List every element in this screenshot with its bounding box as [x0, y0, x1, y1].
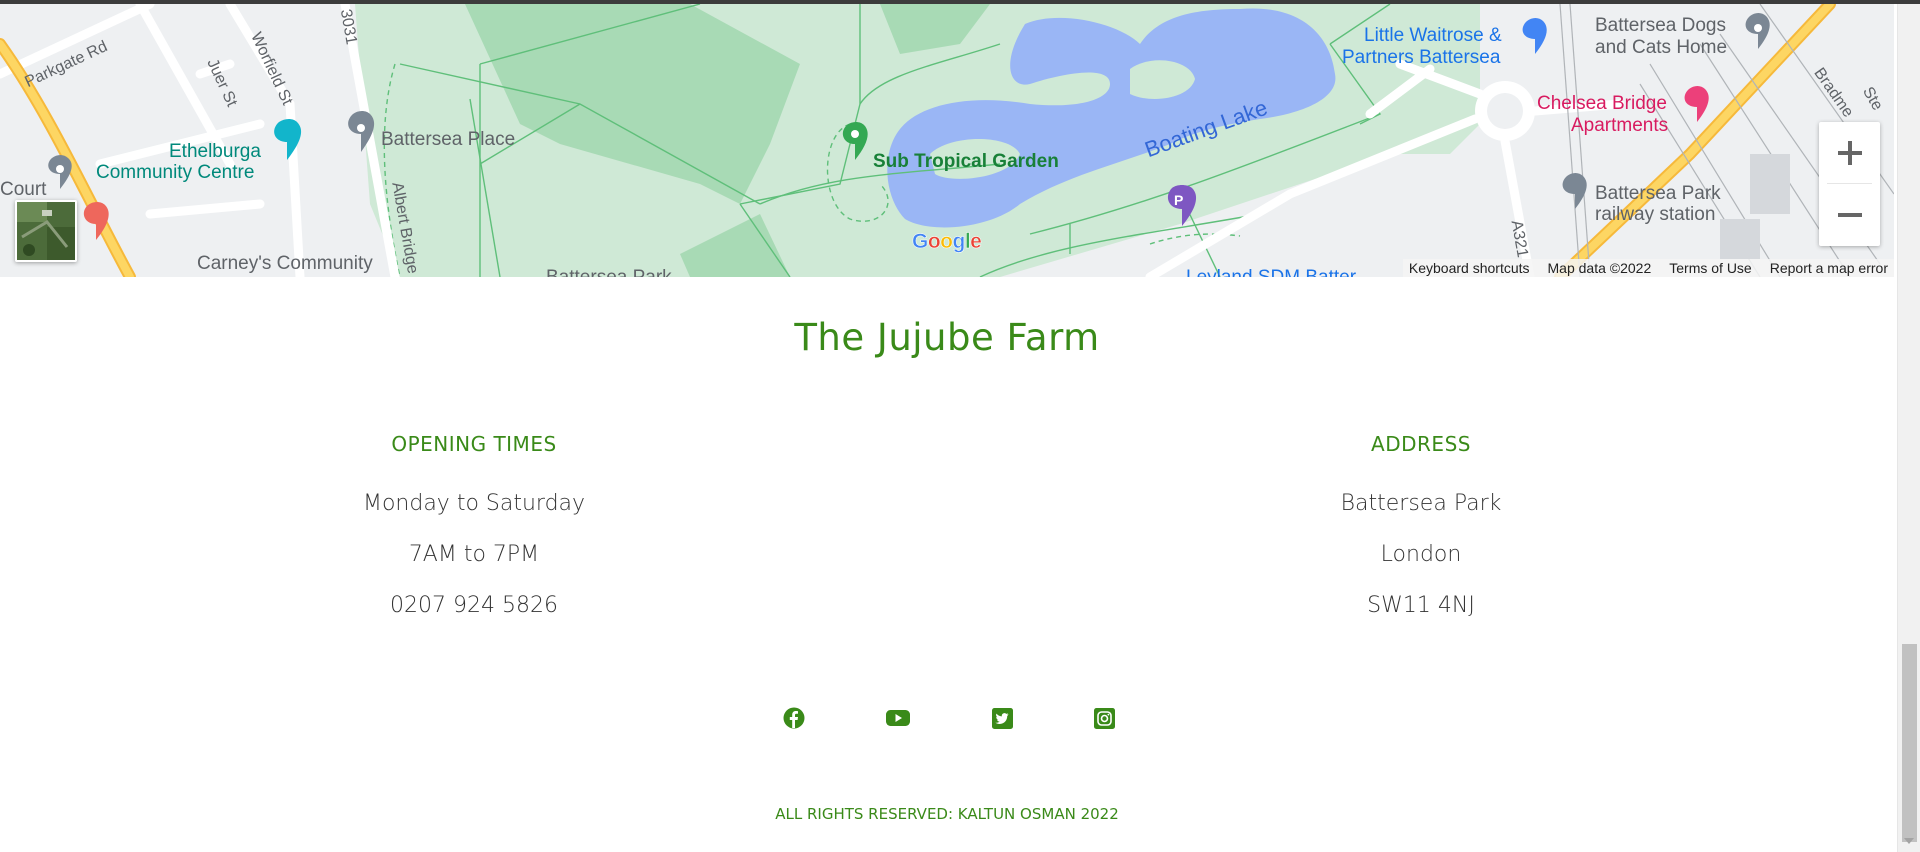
map-label-chelsea-bridge-1[interactable]: Chelsea Bridge [1537, 94, 1667, 114]
phone-number: 0207 924 5826 [390, 593, 558, 618]
instagram-icon [1093, 707, 1115, 729]
map-label-waitrose-1[interactable]: Little Waitrose & [1364, 26, 1502, 46]
map-label-rail-1[interactable]: Battersea Park [1595, 184, 1721, 204]
keyboard-shortcuts-link[interactable]: Keyboard shortcuts [1409, 260, 1530, 276]
map-label-ethelburga-1[interactable]: Ethelburga [169, 142, 261, 162]
satellite-toggle-button[interactable] [15, 200, 77, 262]
address-heading: ADDRESS [1371, 432, 1471, 456]
zoom-controls [1819, 122, 1880, 246]
map-label-court[interactable]: Court [0, 180, 46, 200]
scroll-down-arrow-icon[interactable] [1904, 838, 1914, 844]
facebook-icon [783, 707, 805, 729]
map-data-label: Map data ©2022 [1547, 260, 1652, 276]
zoom-out-button[interactable] [1819, 184, 1880, 245]
youtube-icon [886, 710, 910, 726]
map-label-battersea-place[interactable]: Battersea Place [381, 130, 515, 150]
minus-icon [1837, 212, 1862, 217]
address-line-1: Battersea Park [1340, 491, 1502, 516]
map-label-leyland[interactable]: Leyland SDM Batter [1186, 268, 1356, 278]
map-label-carneys[interactable]: Carney's Community [197, 254, 373, 274]
google-logo[interactable]: Google [912, 230, 982, 254]
map-label-battersea-park: Battersea Park [546, 268, 672, 278]
opening-days: Monday to Saturday [362, 491, 586, 516]
copyright-text: ALL RIGHTS RESERVED: KALTUN OSMAN 2022 [775, 805, 1119, 823]
opening-times-heading: OPENING TIMES [391, 432, 557, 456]
satellite-thumbnail-icon [17, 202, 75, 260]
map-label-chelsea-bridge-2[interactable]: Apartments [1571, 116, 1668, 136]
map-label-dogs-cats-2[interactable]: and Cats Home [1595, 38, 1727, 58]
report-map-error-link[interactable]: Report a map error [1770, 260, 1888, 276]
twitter-icon [991, 707, 1013, 729]
zoom-in-button[interactable] [1819, 122, 1880, 183]
map-attribution-bar: Keyboard shortcuts Map data ©2022 Terms … [1402, 259, 1894, 277]
scrollbar-thumb[interactable] [1902, 644, 1917, 842]
farm-title: The Jujube Farm [794, 316, 1100, 359]
facebook-link[interactable] [782, 706, 806, 730]
instagram-link[interactable] [1092, 706, 1116, 730]
map-label-rail-2[interactable]: railway station [1595, 205, 1715, 225]
page-scrollbar[interactable] [1897, 4, 1920, 852]
parking-icon[interactable]: P [1174, 192, 1183, 208]
plus-icon [1837, 140, 1862, 165]
terms-of-use-link[interactable]: Terms of Use [1669, 260, 1751, 276]
map-label-ethelburga-2[interactable]: Community Centre [96, 163, 254, 183]
map-label-sub-tropical-garden[interactable]: Sub Tropical Garden [873, 152, 1059, 172]
embedded-map[interactable]: Parkgate Rd Juer St Worfield St 3031 Bat… [0, 4, 1894, 277]
youtube-link[interactable] [886, 706, 910, 730]
opening-hours: 7AM to 7PM [408, 542, 540, 567]
address-line-3: SW11 4NJ [1367, 593, 1475, 618]
map-label-waitrose-2[interactable]: Partners Battersea [1342, 48, 1500, 68]
twitter-link[interactable] [990, 706, 1014, 730]
address-line-2: London [1380, 542, 1462, 567]
map-label-dogs-cats-1[interactable]: Battersea Dogs [1595, 16, 1726, 36]
